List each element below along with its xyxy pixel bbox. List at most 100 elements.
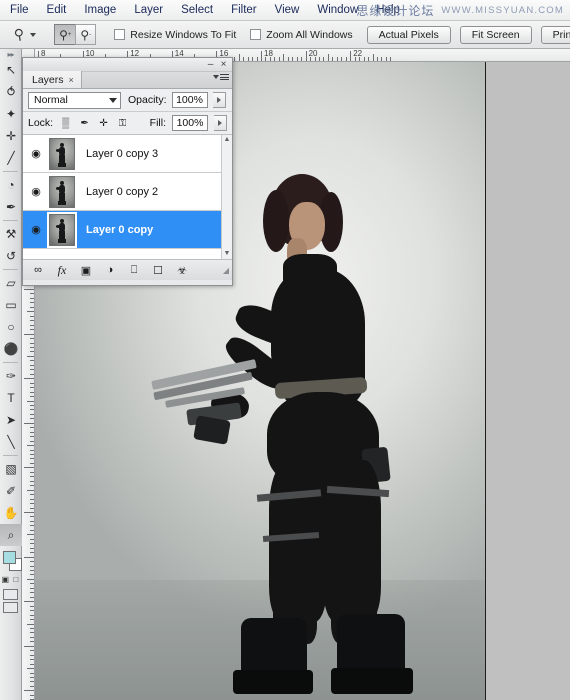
lock-image-pixels-icon[interactable]: ✒ (78, 117, 91, 130)
menu-item-select[interactable]: Select (172, 0, 222, 21)
chevron-down-icon (213, 75, 219, 79)
menu-item-layer[interactable]: Layer (125, 0, 172, 21)
layer-style-button[interactable]: fx (51, 261, 73, 280)
foreground-color-swatch[interactable] (3, 551, 16, 564)
blend-mode-select[interactable]: Normal (28, 91, 121, 109)
layer-row[interactable]: ◉ Layer 0 copy 2 (23, 173, 232, 211)
crop-icon: ✛ (5, 129, 17, 143)
layer-row[interactable]: ◉ Layer 0 copy (23, 211, 232, 249)
lock-position-icon[interactable]: ✛ (97, 117, 110, 130)
menu-item-view[interactable]: View (266, 0, 309, 21)
toolbox-divider (3, 220, 18, 221)
print-size-button[interactable]: Print Size (540, 25, 570, 44)
ruler-tick-label: 22 (353, 49, 363, 58)
path-selection-tool[interactable]: ➤ (0, 409, 22, 431)
toolbox-divider (3, 269, 18, 270)
standard-mode-icon[interactable]: ▣ (0, 573, 11, 586)
tab-close-icon[interactable]: × (69, 75, 74, 85)
ruler-major-tick (24, 333, 34, 335)
panel-title-bar[interactable]: – × (23, 58, 232, 72)
layer-list-scrollbar[interactable]: ▲ ▼ (221, 135, 232, 259)
brush-tool[interactable]: ✒ (0, 196, 22, 218)
add-layer-mask-button[interactable]: ▣ (75, 261, 97, 280)
layers-panel[interactable]: – × Layers × Normal Opacity: 100% Lock: (22, 57, 233, 286)
zoom-in-button[interactable]: ⚲ + (54, 24, 76, 45)
close-icon[interactable]: × (217, 58, 230, 72)
history-brush-tool[interactable]: ↺ (0, 245, 22, 267)
full-screen-mode-icon[interactable] (3, 602, 18, 613)
lock-label: Lock: (28, 117, 54, 129)
thumbnail-figure (56, 180, 66, 206)
layer-thumbnail[interactable] (49, 137, 75, 170)
quick-mask-toggle[interactable]: ▣ □ (0, 573, 21, 586)
gradient-tool[interactable]: ▭ (0, 294, 22, 316)
move-icon: ↖ (5, 63, 17, 77)
fill-slider-button[interactable] (214, 115, 227, 131)
quick-mask-mode-icon[interactable]: □ (11, 573, 22, 586)
move-tool[interactable]: ↖ (0, 59, 22, 81)
tab-layers[interactable]: Layers × (23, 71, 82, 88)
dodge-tool[interactable]: ⚫ (0, 338, 22, 360)
link-layers-button[interactable]: ∞ (27, 261, 49, 280)
zoom-out-button[interactable]: ⚲ - (75, 24, 97, 45)
thumbnail-figure (56, 218, 66, 244)
lock-all-icon[interactable]: ⚿ (116, 117, 129, 130)
notes-tool[interactable]: ▧ (0, 458, 22, 480)
clone-stamp-tool[interactable]: ⚒ (0, 223, 22, 245)
healing-brush-tool[interactable]: ◔ (0, 174, 22, 196)
scroll-up-icon[interactable]: ▲ (224, 135, 231, 145)
layer-visibility-toggle[interactable]: ◉ (25, 185, 47, 198)
minimize-icon[interactable]: – (204, 58, 217, 72)
type-tool[interactable]: T (0, 387, 22, 409)
panel-menu-button[interactable] (213, 74, 229, 80)
standard-screen-mode-icon[interactable] (3, 589, 18, 600)
slice-tool[interactable]: ╱ (0, 147, 22, 169)
menu-item-file[interactable]: File (0, 0, 38, 21)
opacity-slider-button[interactable] (212, 92, 226, 108)
layer-visibility-toggle[interactable]: ◉ (25, 147, 47, 160)
hand-tool[interactable]: ✋ (0, 502, 22, 524)
layer-list[interactable]: ◉ Layer 0 copy 3 ◉ Layer 0 copy 2 ◉ Layer 0 c… (23, 135, 232, 259)
new-group-button[interactable]: ⎕ (123, 261, 145, 280)
zoom-all-windows-checkbox[interactable]: Zoom All Windows (250, 29, 353, 41)
panel-tab-row: Layers × (23, 71, 232, 89)
delete-layer-button[interactable]: ☣ (171, 261, 193, 280)
resize-windows-to-fit-checkbox[interactable]: Resize Windows To Fit (114, 29, 236, 41)
layer-visibility-toggle[interactable]: ◉ (25, 223, 47, 236)
resize-grip[interactable]: ◢ (223, 266, 229, 275)
menu-item-filter[interactable]: Filter (222, 0, 266, 21)
dodge-icon: ⚫ (3, 342, 19, 356)
scroll-down-icon[interactable]: ▼ (224, 249, 231, 259)
lasso-tool[interactable]: ⥀ (0, 81, 22, 103)
ruler-major-tick (24, 512, 34, 513)
fit-screen-button[interactable]: Fit Screen (459, 25, 532, 44)
toolbox-divider (3, 455, 18, 456)
eraser-tool[interactable]: ▱ (0, 272, 22, 294)
fill-input[interactable]: 100% (172, 115, 208, 131)
blur-tool[interactable]: ○ (0, 316, 22, 338)
actual-pixels-button[interactable]: Actual Pixels (366, 25, 451, 44)
layer-row[interactable]: ◉ Layer 0 copy 3 (23, 135, 232, 173)
toolbox-grip[interactable]: ▸▸ (0, 49, 21, 59)
menu-item-edit[interactable]: Edit (38, 0, 76, 21)
new-fill-adjustment-button[interactable]: ◑ (99, 261, 121, 280)
resize-windows-to-fit-label: Resize Windows To Fit (130, 28, 237, 41)
layer-thumbnail[interactable] (49, 175, 75, 208)
layer-thumbnail[interactable] (47, 211, 77, 248)
pen-tool[interactable]: ✑ (0, 365, 22, 387)
type-icon: T (7, 391, 15, 405)
lasso-icon: ⥀ (6, 85, 16, 99)
zoom-tool[interactable]: ⌕ (0, 524, 22, 546)
crop-tool[interactable]: ✛ (0, 125, 22, 147)
line-tool[interactable]: ╲ (0, 431, 22, 453)
new-layer-button[interactable]: ☐ (147, 261, 169, 280)
menu-item-image[interactable]: Image (75, 0, 125, 21)
lock-transparent-pixels-icon[interactable]: ▒ (59, 117, 72, 130)
opacity-input[interactable]: 100% (171, 92, 208, 108)
current-tool-preset[interactable]: ⚲ (13, 25, 37, 43)
ruler-minor-tick (27, 489, 34, 491)
magic-wand-tool[interactable]: ✦ (0, 103, 22, 125)
eyedropper-tool[interactable]: ✐ (0, 480, 22, 502)
options-bar: ⚲ ⚲ + ⚲ - Resize Windows To Fit Zoom All W… (0, 21, 570, 49)
ruler-minor-tick (27, 668, 34, 670)
